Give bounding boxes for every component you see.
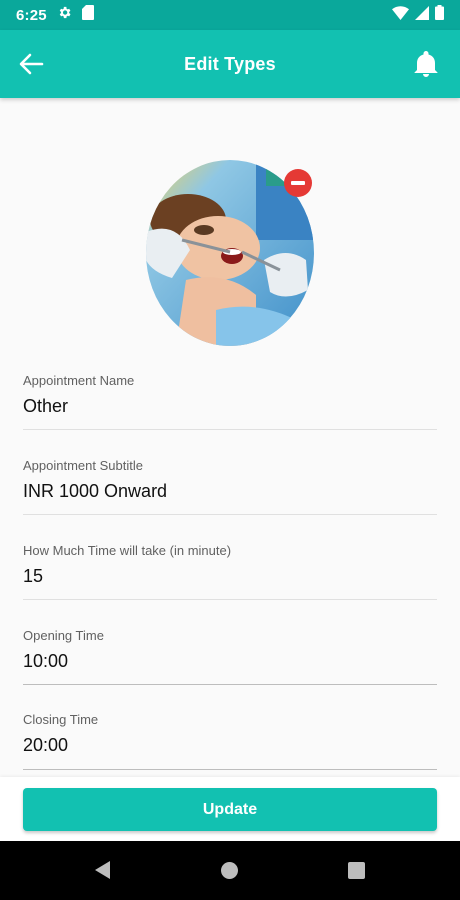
arrow-left-icon bbox=[19, 53, 44, 75]
closing-time-field[interactable]: Closing Time 20:00 bbox=[23, 711, 437, 770]
wifi-icon bbox=[392, 5, 409, 25]
status-right bbox=[392, 5, 444, 25]
remove-circle-icon bbox=[291, 181, 305, 185]
bell-icon bbox=[414, 51, 438, 77]
appointment-subtitle-value: INR 1000 Onward bbox=[23, 481, 168, 501]
duration-label: How Much Time will take (in minute) bbox=[23, 543, 232, 558]
nav-back-icon[interactable] bbox=[93, 860, 111, 885]
opening-time-label: Opening Time bbox=[23, 628, 104, 643]
notifications-button[interactable] bbox=[414, 51, 438, 77]
battery-icon bbox=[435, 5, 444, 25]
nav-home-icon[interactable] bbox=[221, 862, 238, 879]
nav-recents-icon[interactable] bbox=[348, 862, 365, 879]
opening-time-field[interactable]: Opening Time 10:00 bbox=[23, 627, 437, 685]
appointment-subtitle-label: Appointment Subtitle bbox=[23, 458, 143, 473]
edit-types-screen: 6:25 Edit Types Appointment Name Other A… bbox=[0, 0, 460, 900]
appointment-subtitle-field[interactable]: Appointment Subtitle INR 1000 Onward bbox=[23, 457, 437, 515]
status-bar: 6:25 bbox=[0, 0, 460, 30]
app-bar: Edit Types bbox=[0, 30, 460, 98]
page-title: Edit Types bbox=[184, 53, 276, 74]
duration-value: 15 bbox=[23, 566, 44, 586]
appointment-name-field[interactable]: Appointment Name Other bbox=[23, 372, 437, 430]
appointment-name-value: Other bbox=[23, 396, 69, 416]
status-time: 6:25 bbox=[16, 6, 47, 24]
bottom-action-bar: Update bbox=[0, 777, 460, 841]
closing-time-label: Closing Time bbox=[23, 712, 99, 727]
update-button[interactable]: Update bbox=[23, 788, 437, 831]
status-left: 6:25 bbox=[16, 5, 94, 25]
duration-field[interactable]: How Much Time will take (in minute) 15 bbox=[23, 542, 437, 600]
closing-time-value: 20:00 bbox=[23, 735, 69, 755]
sd-card-icon bbox=[81, 5, 94, 25]
signal-icon bbox=[415, 5, 429, 25]
opening-time-value: 10:00 bbox=[23, 651, 69, 671]
appointment-name-label: Appointment Name bbox=[23, 373, 135, 388]
back-button[interactable] bbox=[18, 52, 44, 76]
system-nav-bar bbox=[0, 841, 460, 900]
settings-icon bbox=[57, 5, 72, 25]
remove-image-button[interactable] bbox=[284, 169, 312, 197]
